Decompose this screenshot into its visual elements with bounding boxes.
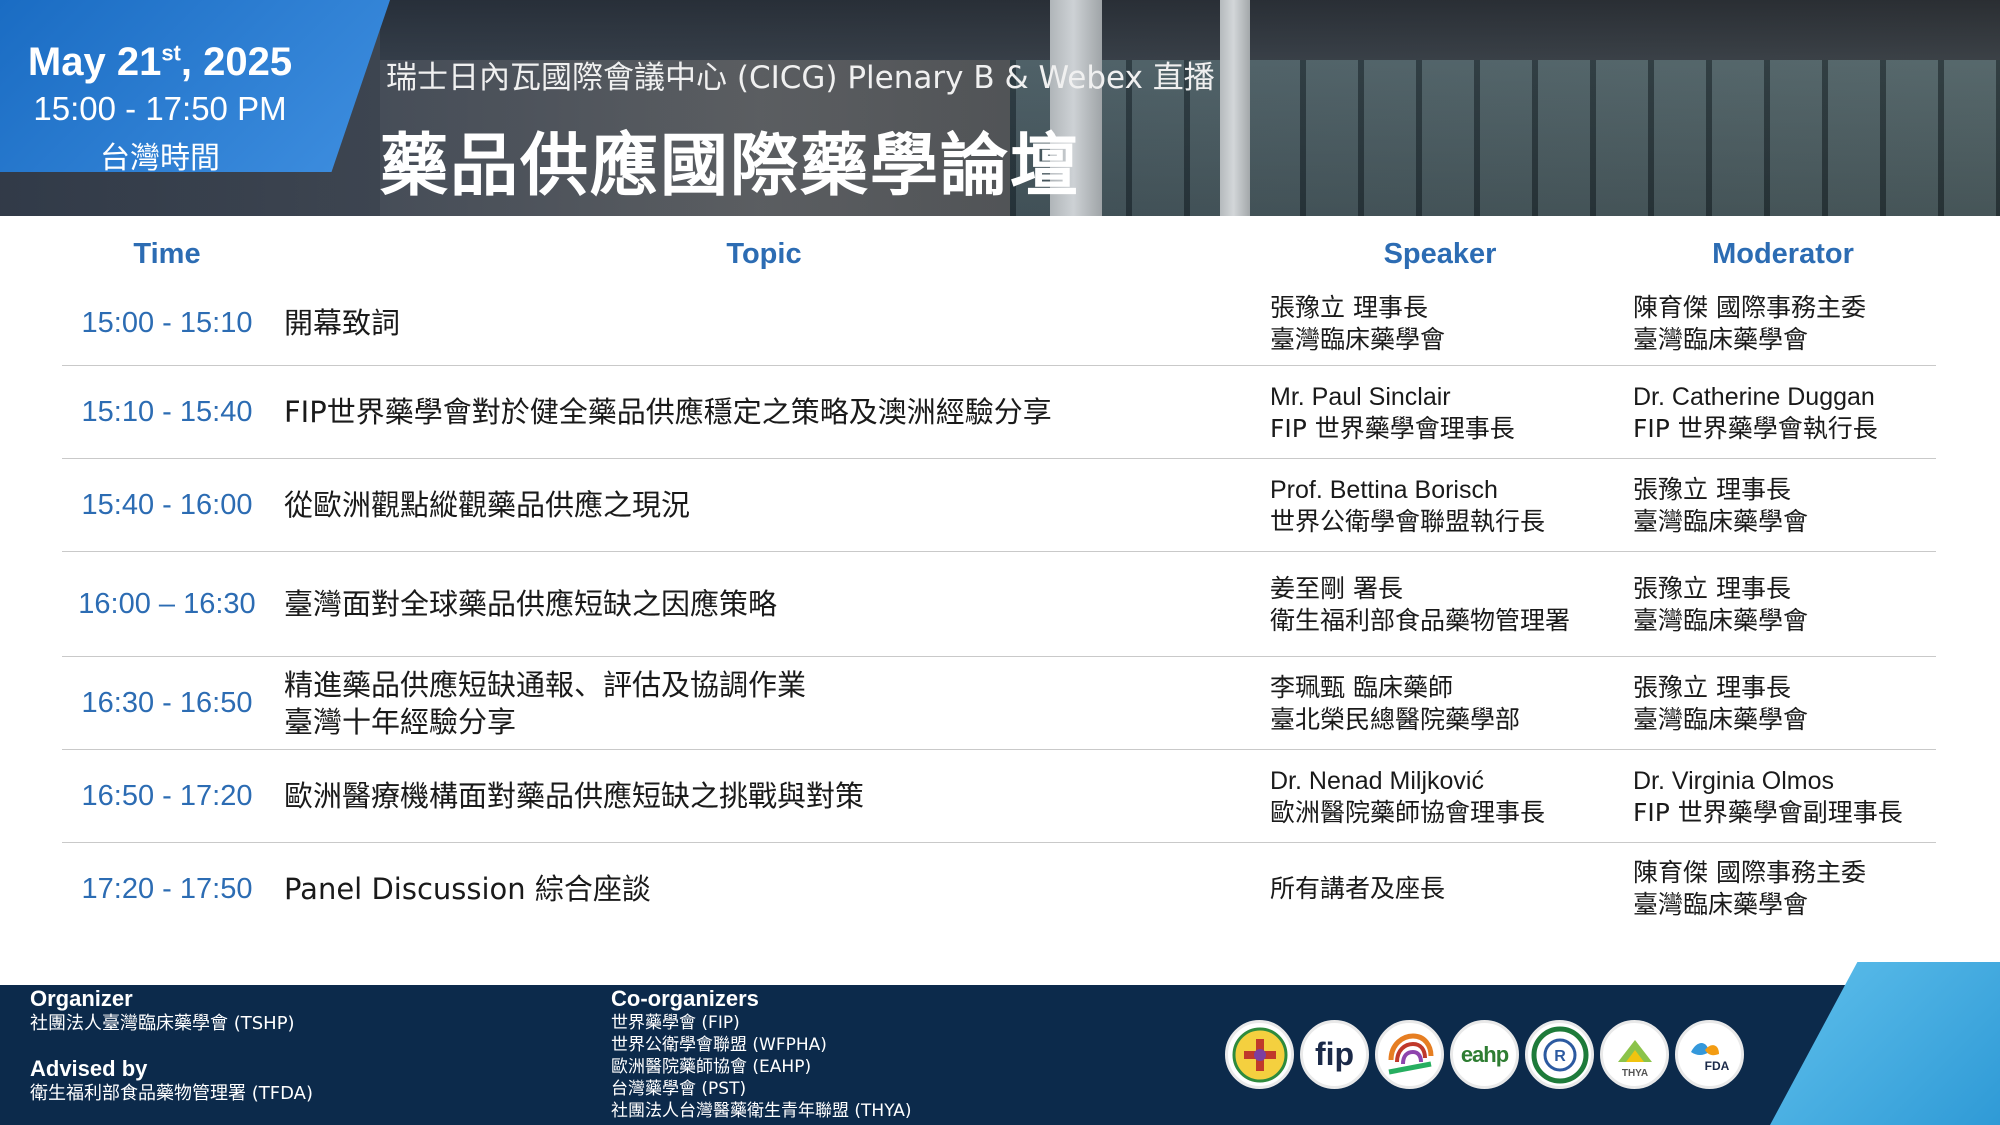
agenda-row: 16:00 – 16:30 臺灣面對全球藥品供應短缺之因應策略 姜至剛 署長 衛生…	[62, 553, 1936, 657]
session-topic: 開幕致詞	[284, 306, 401, 340]
session-topic: 歐洲醫療機構面對藥品供應短缺之挑戰與對策	[284, 779, 865, 813]
session-time: 16:30 - 16:50	[81, 687, 253, 719]
session-topic: Panel Discussion 綜合座談	[284, 871, 651, 906]
column-header-speaker: Speaker	[1383, 238, 1497, 270]
session-speaker: 姜至剛 署長 衛生福利部食品藥物管理署	[1270, 573, 1571, 635]
page-title: 藥品供應國際藥學論壇	[380, 127, 1081, 206]
partner-logos: fip eahp R THYA FDA	[1225, 1020, 1744, 1089]
session-moderator: Dr. Catherine Duggan FIP 世界藥學會執行長	[1633, 382, 1878, 443]
column-header-moderator: Moderator	[1712, 238, 1854, 270]
event-time: 15:00 - 17:50 PM	[33, 90, 287, 127]
fda-logo-icon: FDA	[1675, 1020, 1744, 1089]
session-moderator: 陳育傑 國際事務主委 臺灣臨床藥學會	[1633, 858, 1866, 919]
svg-text:R: R	[1554, 1048, 1566, 1065]
session-topic: 臺灣面對全球藥品供應短缺之因應策略	[284, 587, 778, 621]
svg-text:THYA: THYA	[1621, 1068, 1647, 1079]
wfpha-logo-icon	[1375, 1020, 1444, 1089]
session-speaker: 所有講者及座長	[1270, 874, 1446, 903]
advised-name: 衛生福利部食品藥物管理署 (TFDA)	[30, 1083, 313, 1104]
tshp-logo-icon	[1225, 1020, 1294, 1089]
pst-logo-icon: R	[1525, 1020, 1594, 1089]
session-time: 17:20 - 17:50	[81, 872, 253, 905]
coorganizer-item: 台灣藥學會 (PST)	[611, 1079, 747, 1099]
coorganizers-heading: Co-organizers	[611, 986, 759, 1011]
session-time: 15:10 - 15:40	[81, 396, 253, 428]
fip-logo-icon: fip	[1300, 1020, 1369, 1089]
coorganizer-item: 歐洲醫院藥師協會 (EAHP)	[611, 1057, 812, 1077]
session-moderator: 張豫立 理事長 臺灣臨床藥學會	[1633, 672, 1809, 734]
session-topic: 從歐洲觀點縱觀藥品供應之現況	[284, 488, 691, 522]
thya-logo-icon: THYA	[1600, 1020, 1669, 1089]
session-moderator: 張豫立 理事長 臺灣臨床藥學會	[1633, 474, 1809, 536]
session-moderator: 張豫立 理事長 臺灣臨床藥學會	[1633, 573, 1809, 635]
agenda-row: 16:30 - 16:50 精進藥品供應短缺通報、評估及協調作業 臺灣十年經驗分享…	[62, 658, 1936, 750]
coorganizer-item: 社團法人台灣醫藥衛生青年聯盟 (THYA)	[611, 1101, 912, 1121]
agenda-row: 16:50 - 17:20 歐洲醫療機構面對藥品供應短缺之挑戰與對策 Dr. N…	[62, 751, 1936, 843]
advised-heading: Advised by	[30, 1056, 148, 1081]
session-topic: 精進藥品供應短缺通報、評估及協調作業 臺灣十年經驗分享	[284, 667, 807, 739]
session-speaker: Prof. Bettina Borisch 世界公衛學會聯盟執行長	[1270, 475, 1546, 536]
eahp-logo-icon: eahp	[1450, 1020, 1519, 1089]
event-venue: 瑞士日內瓦國際會議中心 (CICG) Plenary B & Webex 直播	[386, 60, 1215, 96]
column-header-topic: Topic	[726, 238, 802, 270]
svg-text:FDA: FDA	[1704, 1059, 1729, 1073]
organizer-name: 社團法人臺灣臨床藥學會 (TSHP)	[30, 1013, 295, 1034]
session-time: 15:00 - 15:10	[81, 307, 253, 339]
agenda-row: 15:40 - 16:00 從歐洲觀點縱觀藥品供應之現況 Prof. Betti…	[62, 460, 1936, 552]
session-moderator: Dr. Virginia Olmos FIP 世界藥學會副理事長	[1633, 766, 1903, 827]
coorganizers-list: 世界藥學會 (FIP) 世界公衛學會聯盟 (WFPHA) 歐洲醫院藥師協會 (E…	[611, 1012, 912, 1122]
session-topic: FIP世界藥學會對於健全藥品供應穩定之策略及澳洲經驗分享	[284, 395, 1052, 429]
session-time: 16:00 – 16:30	[78, 588, 256, 620]
session-speaker: 李珮甄 臨床藥師 臺北榮民總醫院藥學部	[1270, 672, 1521, 734]
session-speaker: 張豫立 理事長 臺灣臨床藥學會	[1270, 292, 1446, 354]
session-time: 15:40 - 16:00	[81, 489, 253, 521]
session-moderator: 陳育傑 國際事務主委 臺灣臨床藥學會	[1633, 292, 1866, 354]
organizer-heading: Organizer	[30, 986, 133, 1011]
coorganizer-item: 世界藥學會 (FIP)	[611, 1013, 740, 1033]
coorganizer-item: 世界公衛學會聯盟 (WFPHA)	[611, 1035, 827, 1055]
event-timezone: 台灣時間	[100, 141, 220, 176]
session-time: 16:50 - 17:20	[81, 780, 253, 812]
column-header-time: Time	[133, 238, 201, 270]
agenda-row: 15:00 - 15:10 開幕致詞 張豫立 理事長 臺灣臨床藥學會 陳育傑 國際…	[62, 282, 1936, 366]
event-date: May 21st, 2025	[27, 40, 293, 84]
agenda-row: 15:10 - 15:40 FIP世界藥學會對於健全藥品供應穩定之策略及澳洲經驗…	[62, 367, 1936, 459]
session-speaker: Dr. Nenad Miljković 歐洲醫院藥師協會理事長	[1270, 766, 1546, 827]
session-speaker: Mr. Paul Sinclair FIP 世界藥學會理事長	[1270, 382, 1515, 443]
agenda-row: 17:20 - 17:50 Panel Discussion 綜合座談 所有講者…	[62, 844, 1936, 934]
header-banner: May 21st, 2025 15:00 - 17:50 PM 台灣時間 瑞士日…	[0, 0, 2000, 216]
